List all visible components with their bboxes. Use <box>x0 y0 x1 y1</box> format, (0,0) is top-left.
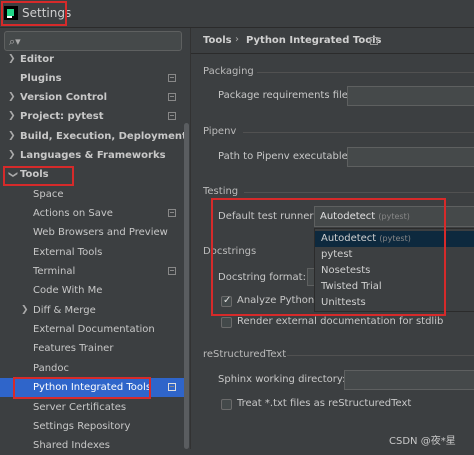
project-settings-icon <box>370 37 378 45</box>
analyze-checkbox[interactable] <box>221 295 232 307</box>
pipenv-path-field[interactable] <box>347 147 474 167</box>
breadcrumb-parent[interactable]: Tools <box>203 35 232 46</box>
section-divider <box>243 132 474 133</box>
chevron-right-icon: ❯ <box>8 111 16 121</box>
sidebar-item-tools[interactable]: ❯ Tools <box>0 165 184 184</box>
sidebar-item-shared-indexes[interactable]: Shared Indexes <box>0 436 184 455</box>
settings-search[interactable]: ⌕▾ <box>4 31 182 51</box>
sidebar-item-code-with-me[interactable]: Code With Me <box>0 281 184 300</box>
project-settings-icon <box>168 267 176 275</box>
docstring-format-label: Docstring format: <box>218 272 306 283</box>
sidebar-item-editor[interactable]: ❯ Editor <box>0 50 184 69</box>
sidebar-item-space[interactable]: Space <box>0 185 184 204</box>
package-requirements-label: Package requirements file: <box>218 90 352 101</box>
option-twisted-trial[interactable]: Twisted Trial <box>315 279 474 295</box>
section-pipenv: Pipenv <box>203 126 237 137</box>
treat-txt-label: Treat *.txt files as reStructuredText <box>237 398 412 409</box>
project-settings-icon <box>168 383 176 391</box>
sidebar-item-diff-merge[interactable]: ❯ Diff & Merge <box>0 301 184 320</box>
analyze-label: Analyze Python c <box>237 295 323 306</box>
option-autodetect[interactable]: Autodetect (pytest) <box>315 231 474 247</box>
package-requirements-field[interactable] <box>347 86 474 106</box>
chevron-right-icon: ❯ <box>21 305 29 315</box>
chevron-right-icon: ❯ <box>8 150 16 160</box>
sidebar-item-external-documentation[interactable]: External Documentation <box>0 320 184 339</box>
render-docs-label: Render external documentation for stdlib <box>237 316 444 327</box>
sidebar-item-pandoc[interactable]: Pandoc <box>0 359 184 378</box>
project-settings-icon <box>168 112 176 120</box>
option-pytest[interactable]: pytest <box>315 247 474 263</box>
section-divider <box>287 355 474 356</box>
option-nosetests[interactable]: Nosetests <box>315 263 474 279</box>
section-testing: Testing <box>203 186 239 197</box>
sidebar-item-plugins[interactable]: Plugins <box>0 69 184 88</box>
search-input[interactable] <box>27 33 181 51</box>
title-bar: Settings <box>0 0 474 28</box>
project-settings-icon <box>168 93 176 101</box>
sidebar-item-settings-repository[interactable]: Settings Repository <box>0 417 184 436</box>
search-icon: ⌕▾ <box>9 35 21 48</box>
sphinx-directory-field[interactable] <box>344 370 474 390</box>
sidebar-item-web-browsers[interactable]: Web Browsers and Preview <box>0 223 184 242</box>
sidebar-scrollbar[interactable] <box>184 123 189 449</box>
sidebar-item-build[interactable]: ❯ Build, Execution, Deployment <box>0 127 187 146</box>
render-docs-checkbox[interactable] <box>221 317 232 328</box>
treat-txt-checkbox[interactable] <box>221 399 232 410</box>
section-restructuredtext: reStructuredText <box>203 349 287 360</box>
watermark: CSDN @夜*星 <box>389 436 456 447</box>
test-runner-options-popup: Autodetect (pytest) pytest Nosetests Twi… <box>314 228 474 312</box>
sphinx-directory-label: Sphinx working directory: <box>218 374 346 385</box>
runner-selected-value: Autodetect (pytest) <box>320 211 410 222</box>
settings-content: Tools › Python Integrated Tools Packagin… <box>191 28 474 449</box>
sidebar-item-languages[interactable]: ❯ Languages & Frameworks <box>0 146 184 165</box>
chevron-down-icon: ❯ <box>7 170 18 179</box>
pipenv-path-label: Path to Pipenv executable: <box>218 151 352 162</box>
section-docstrings: Docstrings <box>203 246 257 257</box>
settings-sidebar: ⌕▾ ❯ Editor Plugins ❯ Version Control ❯ … <box>0 28 190 451</box>
chevron-right-icon: ❯ <box>8 54 16 64</box>
option-unittests[interactable]: Unittests <box>315 295 474 311</box>
sidebar-item-version-control[interactable]: ❯ Version Control <box>0 88 184 107</box>
default-test-runner-label: Default test runner: <box>218 211 317 222</box>
sidebar-item-python-integrated-tools[interactable]: Python Integrated Tools <box>0 378 184 397</box>
project-settings-icon <box>168 74 176 82</box>
chevron-right-icon: ❯ <box>8 131 16 141</box>
default-test-runner-dropdown[interactable]: Autodetect (pytest) <box>314 206 474 227</box>
section-divider <box>257 72 474 73</box>
section-divider <box>244 192 474 193</box>
sidebar-item-terminal[interactable]: Terminal <box>0 262 184 281</box>
sidebar-item-project[interactable]: ❯ Project: pytest <box>0 107 184 126</box>
sidebar-item-actions-on-save[interactable]: Actions on Save <box>0 204 184 223</box>
project-settings-icon <box>168 209 176 217</box>
window-title: Settings <box>22 6 72 20</box>
breadcrumb-separator: › <box>235 34 239 45</box>
chevron-right-icon: ❯ <box>8 92 16 102</box>
sidebar-item-server-certificates[interactable]: Server Certificates <box>0 398 184 417</box>
header-divider <box>191 53 474 54</box>
section-packaging: Packaging <box>203 66 254 77</box>
sidebar-item-external-tools[interactable]: External Tools <box>0 243 184 262</box>
breadcrumb-current: Python Integrated Tools <box>246 35 382 46</box>
app-logo-icon <box>4 6 18 20</box>
sidebar-item-features-trainer[interactable]: Features Trainer <box>0 339 184 358</box>
